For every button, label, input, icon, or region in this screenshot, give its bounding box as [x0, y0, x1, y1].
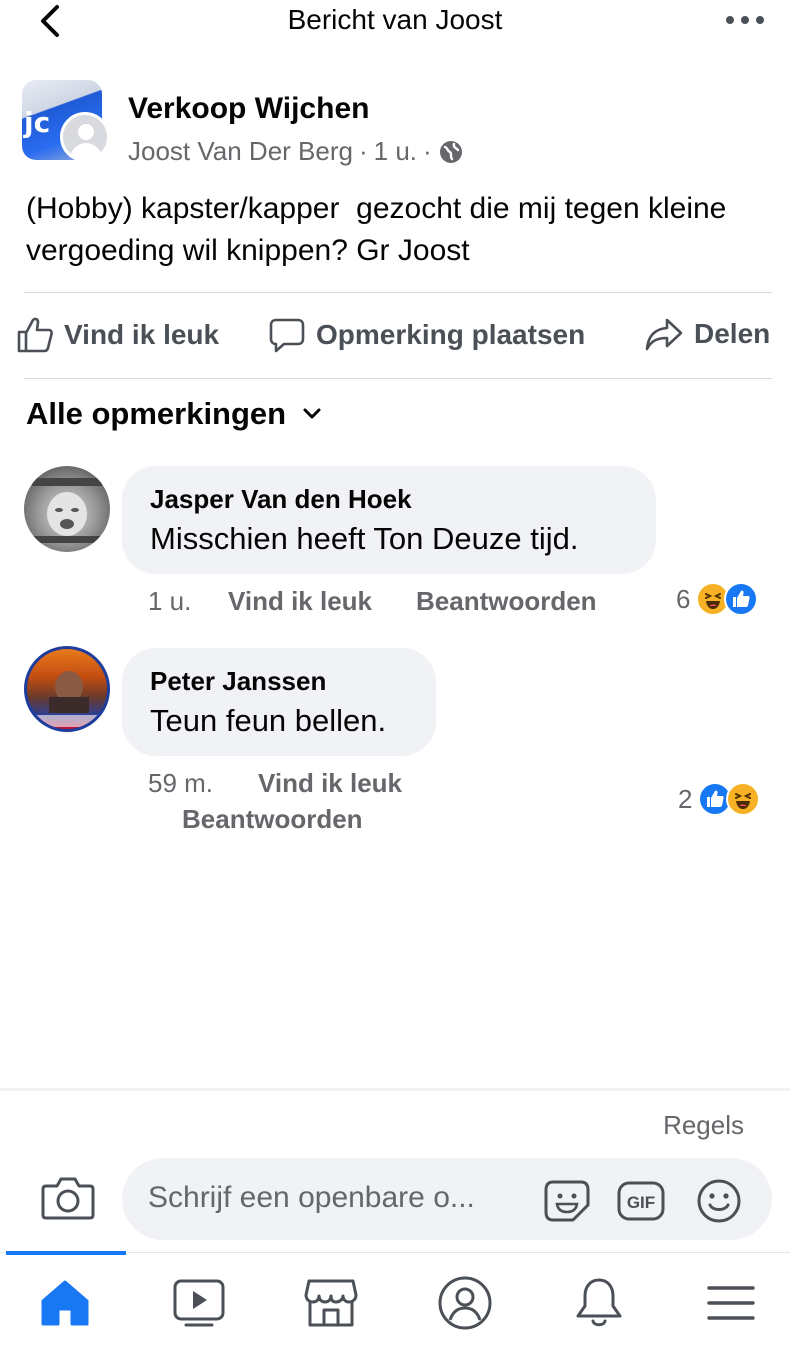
sticker-button[interactable] — [542, 1178, 592, 1224]
divider — [24, 292, 772, 293]
rules-link[interactable]: Regels — [663, 1110, 744, 1141]
group-name[interactable]: Verkoop Wijchen — [128, 92, 369, 126]
share-arrow-icon — [645, 318, 683, 351]
comments-sort-dropdown[interactable]: Alle opmerkingen — [26, 396, 322, 432]
post-text: (Hobby) kapster/kapper gezocht die mij t… — [26, 192, 735, 267]
group-avatar-text: jc — [24, 106, 51, 139]
commenter-name[interactable]: Jasper Van den Hoek — [150, 484, 628, 515]
like-button[interactable]: Vind ik leuk — [16, 316, 219, 354]
tab-marketplace[interactable] — [296, 1273, 366, 1333]
camera-icon — [41, 1177, 95, 1220]
comment-reply-button[interactable]: Beantwoorden — [416, 586, 597, 617]
tab-home[interactable] — [30, 1273, 100, 1333]
divider — [24, 378, 772, 379]
share-button[interactable]: Delen — [644, 316, 770, 352]
post-meta: Joost Van Der Berg · 1 u. · — [128, 136, 464, 167]
comment-time[interactable]: 59 m. — [148, 768, 213, 799]
comment-button[interactable]: Opmerking plaatsen — [268, 316, 585, 354]
meta-separator: · — [423, 136, 432, 166]
reaction-summary[interactable]: 6 — [676, 582, 759, 616]
top-bar: Bericht van Joost — [0, 0, 790, 44]
like-reaction-icon — [724, 582, 759, 616]
gif-button[interactable]: GIF — [616, 1178, 666, 1224]
comment-text: Misschien heeft Ton Deuze tijd. — [150, 521, 579, 556]
post-header: jc Verkoop Wijchen Joost Van Der Berg · … — [22, 80, 782, 170]
reaction-summary[interactable]: 2 — [678, 782, 761, 816]
comment-like-button[interactable]: Vind ik leuk — [258, 768, 402, 799]
reaction-count: 6 — [676, 583, 691, 614]
home-icon — [41, 1280, 89, 1326]
reaction-count: 2 — [678, 783, 693, 814]
post-time[interactable]: 1 u. — [374, 136, 417, 167]
author-name[interactable]: Joost Van Der Berg — [128, 136, 353, 167]
camera-button[interactable] — [40, 1170, 96, 1226]
comment-reply-button[interactable]: Beantwoorden — [182, 804, 363, 835]
active-tab-indicator — [6, 1251, 126, 1255]
haha-reaction-icon — [726, 782, 761, 816]
comment-label: Opmerking plaatsen — [316, 319, 586, 350]
globe-icon — [439, 140, 462, 163]
like-label: Vind ik leuk — [64, 319, 220, 350]
comment-bubble-icon — [269, 318, 305, 353]
meta-separator: · — [358, 136, 368, 166]
commenter-avatar[interactable] — [24, 466, 110, 552]
thumbs-up-icon — [17, 317, 53, 353]
sticker-icon — [544, 1180, 590, 1222]
comment-time[interactable]: 1 u. — [148, 586, 191, 617]
composer-separator — [0, 1088, 790, 1091]
profile-icon — [438, 1276, 492, 1330]
emoji-button[interactable] — [694, 1178, 744, 1224]
emoji-icon — [697, 1179, 741, 1223]
comment-bubble: Jasper Van den Hoek Misschien heeft Ton … — [122, 466, 656, 574]
tab-notifications[interactable] — [564, 1273, 634, 1333]
commenter-avatar[interactable] — [24, 646, 110, 732]
gif-label: GIF — [627, 1193, 655, 1212]
share-label: Delen — [694, 318, 771, 349]
comment-like-button[interactable]: Vind ik leuk — [228, 586, 372, 617]
marketplace-icon — [304, 1279, 358, 1327]
comments-sort-label: Alle opmerkingen — [26, 396, 287, 431]
comment-text: Teun feun bellen. — [150, 703, 387, 738]
page-title: Bericht van Joost — [287, 4, 503, 35]
author-avatar[interactable] — [60, 112, 110, 162]
video-icon — [173, 1279, 225, 1327]
menu-icon — [707, 1286, 755, 1320]
commenter-name[interactable]: Peter Janssen — [150, 666, 408, 697]
tab-menu[interactable] — [696, 1273, 766, 1333]
tab-video[interactable] — [164, 1273, 234, 1333]
tab-profile[interactable] — [430, 1273, 500, 1333]
post-actions: Vind ik leuk Opmerking plaatsen Delen — [0, 300, 790, 376]
notifications-icon — [576, 1278, 622, 1327]
comment-input[interactable] — [148, 1176, 528, 1220]
gif-icon: GIF — [617, 1181, 665, 1221]
comment-composer[interactable]: GIF — [122, 1158, 772, 1240]
chevron-down-icon — [303, 408, 321, 419]
more-options-button[interactable] — [720, 4, 770, 36]
more-dots-icon — [726, 16, 764, 24]
comment-bubble: Peter Janssen Teun feun bellen. — [122, 648, 436, 756]
bottom-tab-bar — [0, 1251, 790, 1348]
